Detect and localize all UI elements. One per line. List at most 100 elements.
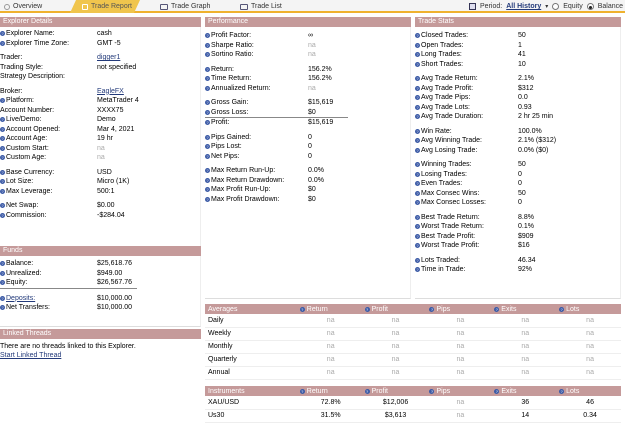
stat-row: ? Open Trades: 1 <box>415 41 620 51</box>
help-icon[interactable]: ? <box>205 168 210 174</box>
help-icon[interactable]: ? <box>299 388 305 394</box>
tab-trade-list[interactable]: Trade List <box>240 0 282 13</box>
help-icon[interactable]: ? <box>415 224 420 230</box>
help-icon[interactable]: ? <box>0 126 5 132</box>
help-icon[interactable]: ? <box>415 42 420 48</box>
help-icon[interactable]: ? <box>415 243 420 249</box>
help-icon[interactable]: ? <box>205 187 210 193</box>
help-icon[interactable]: ? <box>415 233 420 239</box>
stat-row: ? Unrealized: $949.00 <box>0 269 200 279</box>
help-icon[interactable]: ? <box>415 214 420 220</box>
equity-radio[interactable] <box>552 3 560 10</box>
help-icon[interactable]: ? <box>415 138 420 144</box>
help-icon[interactable]: ? <box>0 155 5 161</box>
help-icon[interactable]: ? <box>429 306 435 312</box>
stat-label-text: Win Rate: <box>421 127 452 135</box>
stat-label: ? Live/Demo: <box>0 115 97 125</box>
help-icon[interactable]: ? <box>0 203 5 209</box>
help-icon[interactable]: ? <box>415 162 420 168</box>
help-icon[interactable]: ? <box>205 144 210 150</box>
panel-title: Trade Stats <box>415 17 621 27</box>
help-icon[interactable]: ? <box>0 117 5 123</box>
tab-trade-graph[interactable]: Trade Graph <box>160 0 210 13</box>
column-header[interactable]: ? Exits <box>491 386 557 396</box>
help-icon[interactable]: ? <box>415 257 420 263</box>
help-icon[interactable]: ? <box>205 76 210 82</box>
help-icon[interactable]: ? <box>415 200 420 206</box>
help-icon[interactable]: ? <box>0 31 5 37</box>
period-dropdown[interactable]: All History <box>506 3 541 10</box>
help-icon[interactable]: ? <box>0 169 5 175</box>
column-header[interactable]: ? Exits <box>491 304 557 314</box>
help-icon[interactable]: ? <box>494 388 500 394</box>
help-icon[interactable]: ? <box>0 305 5 311</box>
help-icon[interactable]: ? <box>205 177 210 183</box>
stat-label-text[interactable]: Deposits: <box>6 294 35 304</box>
help-icon[interactable]: ? <box>415 33 420 39</box>
balance-radio[interactable] <box>586 3 594 10</box>
stat-row: ? Losing Trades: 0 <box>415 170 620 180</box>
help-icon[interactable]: ? <box>0 40 5 46</box>
help-icon[interactable]: ? <box>0 295 5 301</box>
help-icon[interactable]: ? <box>0 145 5 151</box>
help-icon[interactable]: ? <box>205 196 210 202</box>
column-header[interactable]: ? Pips <box>426 386 492 396</box>
help-icon[interactable]: ? <box>415 128 420 134</box>
tab-overview[interactable]: Overview <box>4 0 42 13</box>
help-icon[interactable]: ? <box>415 190 420 196</box>
help-icon[interactable]: ? <box>415 95 420 101</box>
help-icon[interactable]: ? <box>494 306 500 312</box>
help-icon[interactable]: ? <box>0 280 5 286</box>
help-icon[interactable]: ? <box>205 66 210 72</box>
stat-label: ? Annualized Return: <box>205 84 308 94</box>
stat-value: $15,619 <box>308 119 334 126</box>
help-icon[interactable]: ? <box>429 388 435 394</box>
column-header[interactable]: ? Return <box>296 304 362 314</box>
help-icon[interactable]: ? <box>415 52 420 58</box>
help-icon[interactable]: ? <box>0 188 5 194</box>
column-header[interactable]: ? Lots <box>556 304 621 314</box>
explorer-details-panel: Explorer Details ? Explorer Name: cash? Exp… <box>0 17 201 249</box>
help-icon[interactable]: ? <box>0 98 5 104</box>
column-header[interactable]: ? Pips <box>426 304 492 314</box>
help-icon[interactable]: ? <box>415 61 420 67</box>
help-icon[interactable]: ? <box>205 153 210 159</box>
tab-trade-report[interactable]: Trade Report <box>70 0 140 13</box>
help-icon[interactable]: ? <box>205 52 210 58</box>
chevron-down-icon[interactable]: ▾ <box>545 3 548 10</box>
column-header[interactable]: ? Lots <box>556 386 621 396</box>
help-icon[interactable]: ? <box>415 267 420 273</box>
help-icon[interactable]: ? <box>364 306 370 312</box>
help-icon[interactable]: ? <box>0 212 5 218</box>
help-icon[interactable]: ? <box>0 270 5 276</box>
help-icon[interactable]: ? <box>415 147 420 153</box>
column-header[interactable]: ? Return <box>296 386 362 396</box>
stat-row: ? Worst Trade Return: 0.1% <box>415 222 620 232</box>
averages-table-panel: Averages? Return? Profit? Pips? Exits? Lots Da… <box>205 304 621 380</box>
column-header[interactable]: ? Profit <box>361 386 427 396</box>
help-icon[interactable]: ? <box>415 76 420 82</box>
help-icon[interactable]: ? <box>415 104 420 110</box>
column-header[interactable]: ? Profit <box>361 304 427 314</box>
help-icon[interactable]: ? <box>415 85 420 91</box>
start-linked-thread-link[interactable]: Start Linked Thread <box>0 351 201 360</box>
help-icon[interactable]: ? <box>415 181 420 187</box>
help-icon[interactable]: ? <box>0 136 5 142</box>
help-icon[interactable]: ? <box>205 109 210 115</box>
help-icon[interactable]: ? <box>0 261 5 267</box>
stat-value[interactable]: EagleFX <box>97 87 124 97</box>
help-icon[interactable]: ? <box>0 179 5 185</box>
help-icon[interactable]: ? <box>415 114 420 120</box>
help-icon[interactable]: ? <box>205 100 210 106</box>
help-icon[interactable]: ? <box>299 306 305 312</box>
help-icon[interactable]: ? <box>205 134 210 140</box>
help-icon[interactable]: ? <box>415 171 420 177</box>
help-icon[interactable]: ? <box>205 33 210 39</box>
stat-value[interactable]: digger1 <box>97 53 120 63</box>
help-icon[interactable]: ? <box>205 42 210 48</box>
help-icon[interactable]: ? <box>205 85 210 91</box>
help-icon[interactable]: ? <box>559 388 565 394</box>
help-icon[interactable]: ? <box>205 120 210 126</box>
help-icon[interactable]: ? <box>364 388 370 394</box>
help-icon[interactable]: ? <box>559 306 565 312</box>
